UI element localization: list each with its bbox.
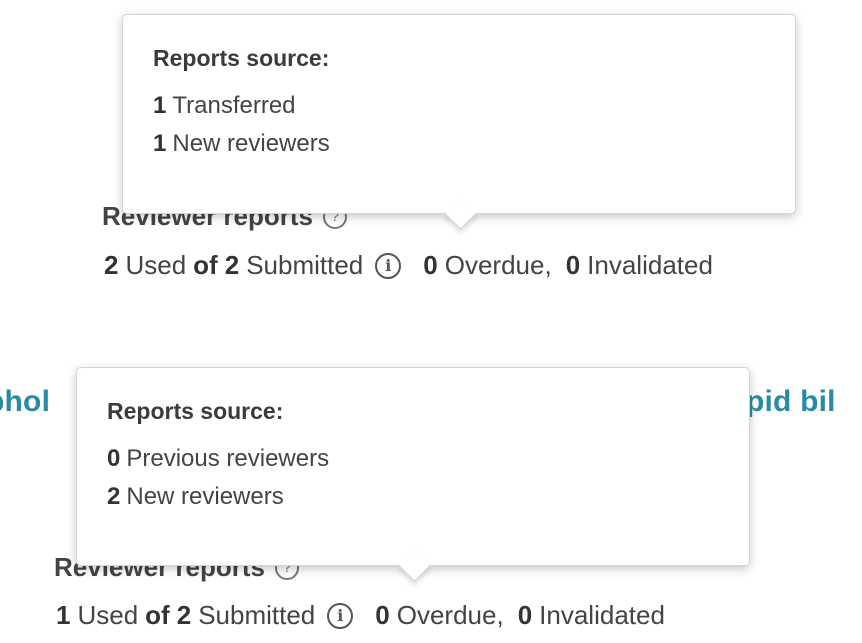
- previous-reviewers-label: Previous reviewers: [126, 445, 330, 472]
- overdue-label: Overdue,: [396, 600, 504, 630]
- submitted-label: Submitted: [198, 600, 316, 630]
- invalidated-count: 0: [517, 600, 533, 630]
- submitted-count: 2: [224, 250, 240, 280]
- popover-title: Reports source:: [153, 45, 330, 71]
- reviewer-reports-screenshot: Reviewer reports ? 2 Used of 2 Submitted…: [0, 0, 862, 643]
- invalidated-label: Invalidated: [587, 250, 713, 280]
- transferred-label: Transferred: [172, 92, 296, 119]
- popover-title: Reports source:: [107, 398, 284, 424]
- of-label: of: [145, 600, 170, 630]
- submitted-count: 2: [176, 600, 192, 630]
- previous-reviewers-count: 0: [107, 445, 121, 472]
- popover-row-transferred: 1 Transferred: [153, 92, 765, 120]
- new-reviewers-label: New reviewers: [172, 130, 330, 157]
- info-icon[interactable]: i: [375, 252, 402, 279]
- of-label: of: [193, 250, 218, 280]
- used-label: Used: [125, 250, 187, 280]
- reports-source-popover: Reports source: 1 Transferred 1 New review…: [122, 14, 796, 230]
- new-reviewers-label: New reviewers: [126, 483, 284, 510]
- transferred-count: 1: [153, 92, 167, 119]
- used-label: Used: [77, 600, 139, 630]
- submitted-label: Submitted: [246, 250, 364, 280]
- invalidated-label: Invalidated: [539, 600, 665, 630]
- new-reviewers-count: 2: [107, 483, 121, 510]
- overdue-label: Overdue,: [444, 250, 552, 280]
- info-icon[interactable]: i: [327, 602, 354, 629]
- popover-row-previous-reviewers: 0 Previous reviewers: [107, 445, 719, 473]
- invalidated-count: 0: [565, 250, 581, 280]
- reports-stats-line: 1 Used of 2 Submitted i 0 Overdue, 0 Inv…: [56, 600, 665, 631]
- reports-source-popover: Reports source: 0 Previous reviewers 2 New…: [76, 367, 750, 582]
- popover-arrow: [398, 549, 431, 582]
- overdue-count: 0: [375, 600, 390, 630]
- article-title-link-fragment[interactable]: pid bil: [746, 385, 836, 419]
- used-count: 2: [104, 250, 119, 280]
- overdue-count: 0: [423, 250, 438, 280]
- popover-row-new-reviewers: 2 New reviewers: [107, 483, 719, 511]
- article-title-link-fragment[interactable]: phol: [0, 385, 50, 419]
- reports-stats-line: 2 Used of 2 Submitted i 0 Overdue, 0 Inv…: [104, 250, 713, 281]
- popover-arrow: [444, 197, 477, 230]
- used-count: 1: [56, 600, 71, 630]
- popover-row-new-reviewers: 1 New reviewers: [153, 130, 765, 158]
- new-reviewers-count: 1: [153, 130, 167, 157]
